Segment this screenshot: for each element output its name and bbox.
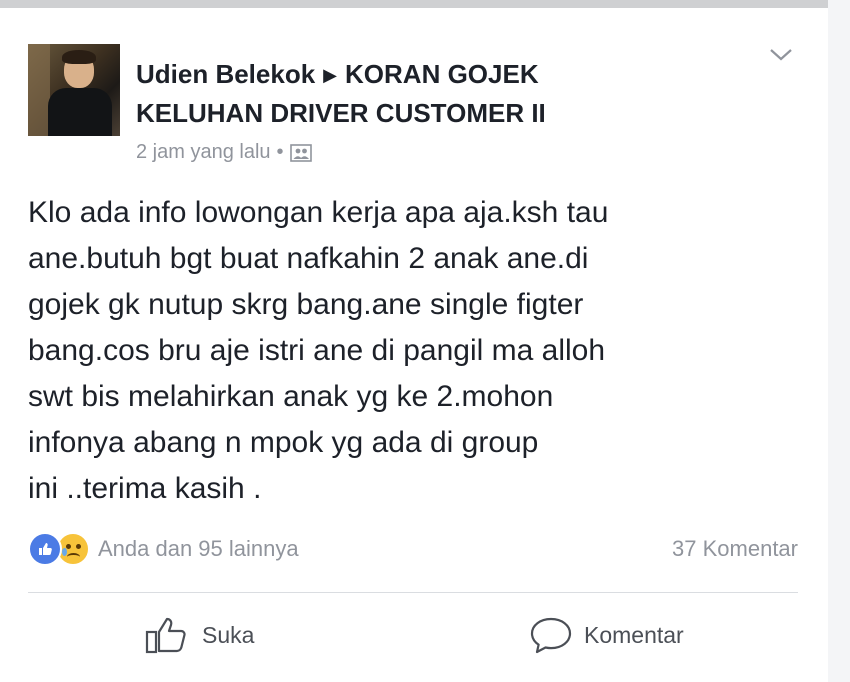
group-name[interactable]: KORAN GOJEK [345, 59, 539, 89]
author-name[interactable]: Udien Belekok [136, 59, 315, 89]
avatar[interactable] [28, 44, 120, 136]
avatar-hair [62, 50, 96, 64]
reactions-summary[interactable]: Anda dan 95 lainnya [28, 532, 299, 566]
comment-button[interactable]: Komentar [528, 612, 684, 658]
comments-count[interactable]: 37 Komentar [672, 536, 798, 562]
avatar-background [28, 44, 50, 136]
like-button[interactable]: Suka [144, 612, 254, 658]
like-reaction-icon [28, 532, 62, 566]
top-bar [0, 0, 850, 8]
post-meta: 2 jam yang lalu • [136, 141, 312, 164]
thumbs-up-icon [145, 617, 186, 654]
post-text: Klo ada info lowongan kerja apa aja.ksh … [28, 196, 609, 505]
meta-separator: • [276, 141, 284, 163]
chevron-down-icon[interactable] [768, 46, 794, 64]
post-header: Udien Belekok ▶ KORAN GOJEK KELUHAN DRIVER… [136, 55, 736, 132]
timestamp[interactable]: 2 jam yang lalu [136, 141, 271, 164]
divider [28, 592, 798, 593]
right-edge [828, 0, 850, 682]
right-triangle-icon: ▶ [323, 65, 338, 85]
group-audience-icon [289, 143, 312, 162]
reactions-text: Anda dan 95 lainnya [98, 536, 299, 561]
comment-label: Komentar [584, 621, 684, 648]
avatar-body [48, 88, 112, 136]
speech-bubble-icon [530, 617, 572, 654]
group-name-line2[interactable]: KELUHAN DRIVER CUSTOMER II [136, 98, 546, 128]
like-label: Suka [202, 621, 255, 648]
